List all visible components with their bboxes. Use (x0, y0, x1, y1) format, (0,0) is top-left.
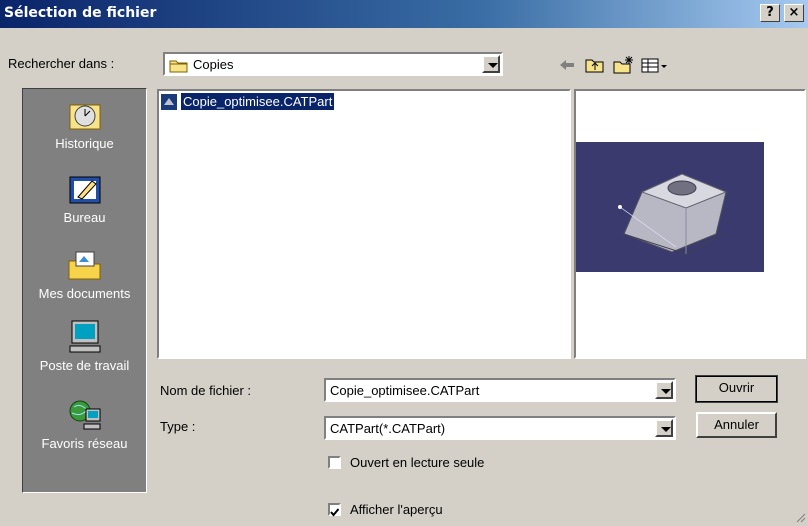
place-desktop[interactable]: Bureau (23, 171, 146, 225)
filename-label: Nom de fichier : (160, 383, 252, 398)
place-label: Favoris réseau (41, 436, 128, 451)
place-label: Bureau (63, 210, 106, 225)
preview-pane (574, 89, 806, 359)
back-arrow-icon (556, 60, 578, 78)
new-folder-icon (612, 56, 634, 78)
place-network[interactable]: Favoris réseau (23, 397, 146, 451)
lookin-label: Rechercher dans : (8, 56, 115, 71)
resize-grip[interactable] (794, 511, 806, 523)
my-computer-icon (66, 319, 104, 355)
filename-dropdown-arrow[interactable] (655, 381, 673, 399)
catpart-icon (161, 94, 177, 110)
readonly-checkbox[interactable] (328, 456, 341, 469)
file-list[interactable]: Copie_optimisee.CATPart (157, 89, 571, 359)
view-menu-button[interactable] (640, 55, 670, 75)
place-my-documents[interactable]: Mes documents (23, 247, 146, 301)
filetype-dropdown[interactable]: CATPart(*.CATPart) (324, 416, 676, 440)
preview-image (576, 142, 764, 272)
history-icon (66, 97, 104, 133)
showpreview-label: Afficher l'aperçu (350, 502, 443, 517)
title-bar[interactable]: Sélection de fichier ? × (0, 0, 808, 28)
place-label: Poste de travail (39, 358, 130, 373)
place-label: Historique (55, 136, 114, 151)
place-my-computer[interactable]: Poste de travail (23, 319, 146, 373)
part-3d-icon (618, 173, 728, 255)
lookin-dropdown-arrow[interactable] (482, 55, 500, 73)
showpreview-checkbox[interactable] (328, 503, 341, 517)
filetype-label: Type : (160, 419, 196, 434)
desktop-icon (66, 171, 104, 207)
my-documents-icon (66, 247, 104, 283)
up-folder-button[interactable] (584, 55, 606, 75)
lookin-dropdown[interactable]: Copies (163, 52, 503, 76)
help-button[interactable]: ? (760, 4, 780, 22)
place-label: Mes documents (38, 286, 131, 301)
dialog-title: Sélection de fichier (4, 5, 157, 21)
new-folder-button[interactable] (612, 55, 634, 75)
up-folder-icon (584, 59, 606, 78)
back-button[interactable] (556, 55, 578, 75)
filename-combo[interactable]: Copie_optimisee.CATPart (324, 378, 676, 402)
folder-icon (169, 57, 189, 76)
close-button[interactable]: × (784, 4, 804, 22)
file-dialog: Sélection de fichier ? × Rechercher dans… (0, 0, 808, 525)
view-menu-icon (640, 58, 670, 78)
check-mark-icon (330, 505, 340, 520)
places-bar: Historique Bureau Mes documents Poste de… (22, 88, 147, 493)
place-history[interactable]: Historique (23, 97, 146, 151)
file-name: Copie_optimisee.CATPart (181, 93, 335, 110)
network-places-icon (66, 397, 104, 433)
filename-value: Copie_optimisee.CATPart (330, 383, 480, 398)
lookin-value: Copies (193, 57, 234, 72)
open-button[interactable]: Ouvrir (695, 375, 778, 403)
readonly-label: Ouvert en lecture seule (350, 455, 485, 470)
filetype-value: CATPart(*.CATPart) (330, 421, 446, 436)
filetype-dropdown-arrow[interactable] (655, 419, 673, 437)
cancel-button[interactable]: Annuler (696, 412, 777, 438)
